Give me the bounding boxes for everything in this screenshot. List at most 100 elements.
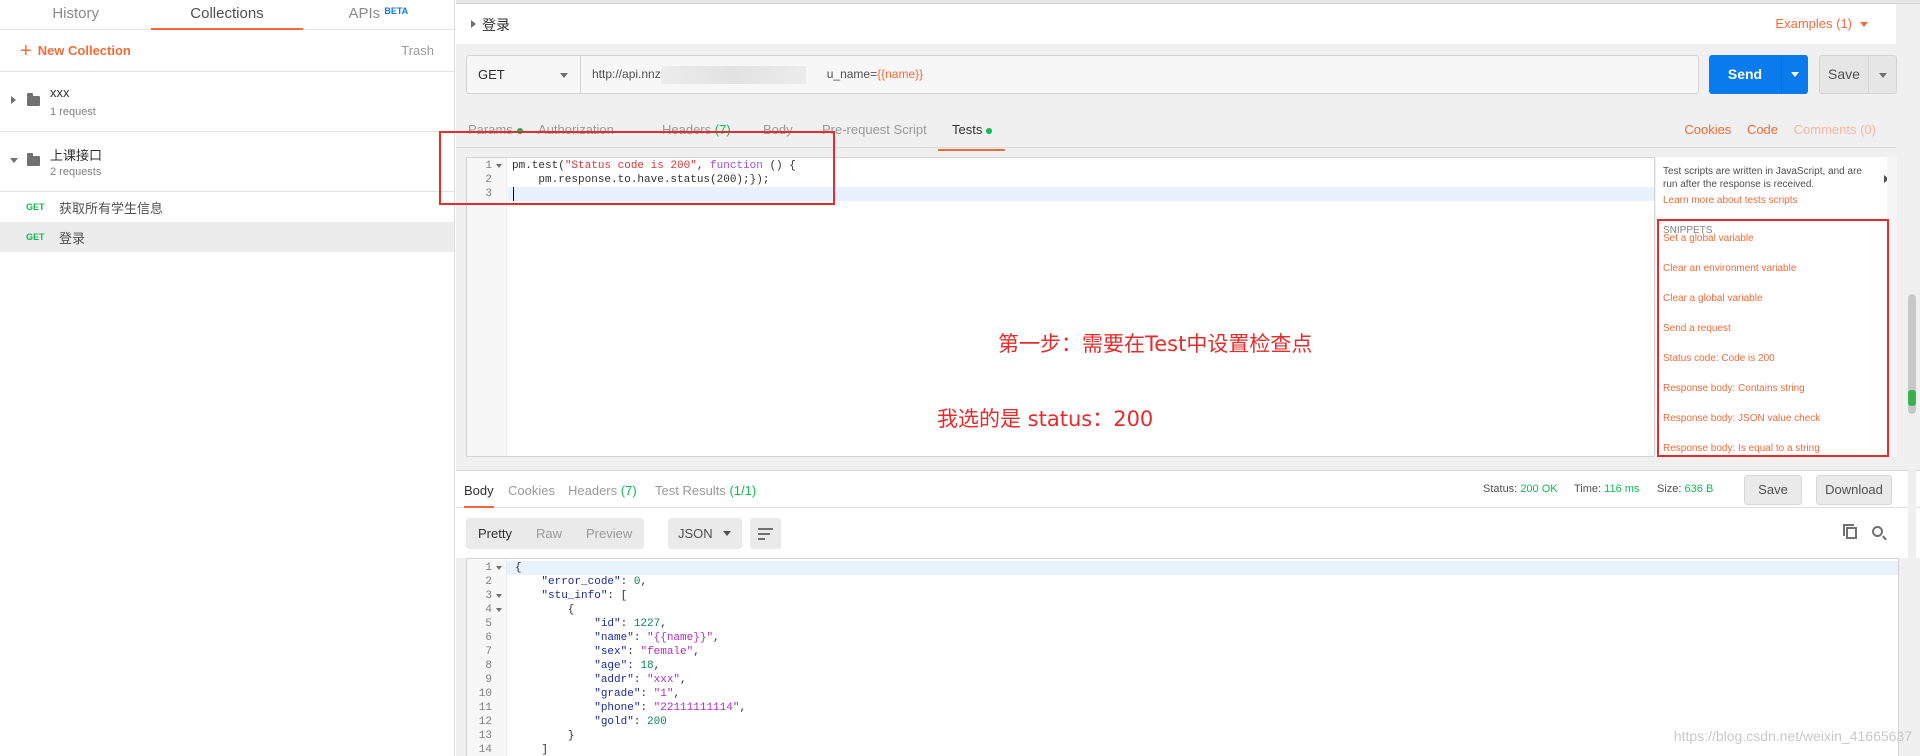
format-type-select[interactable]: JSON <box>668 518 742 549</box>
redacted-blur <box>661 66 806 84</box>
collection-item-class-api[interactable]: 上课接口 2 requests <box>0 132 454 192</box>
tab-history[interactable]: History <box>0 0 151 29</box>
tab-body-label: Body <box>763 122 793 137</box>
new-collection-label: New Collection <box>37 43 131 58</box>
request-name: 获取所有学生信息 <box>59 200 164 216</box>
collection-item-xxx[interactable]: xxx 1 request <box>0 72 454 132</box>
url-input[interactable]: http://api.nnz u_name={{name}} <box>581 55 1699 94</box>
line-number: 1 <box>467 159 507 173</box>
snippet-item[interactable]: Response body: Is equal to a string <box>1663 443 1820 455</box>
time-value: 116 ms <box>1604 483 1640 495</box>
snippet-item[interactable]: Set a global variable <box>1663 233 1754 244</box>
code-keyword: function <box>710 160 763 172</box>
request-title[interactable]: 登录 <box>482 15 510 35</box>
tab-test-results[interactable]: Test Results (1/1) <box>655 483 756 498</box>
request-item-login[interactable]: GET 登录 <box>0 222 454 252</box>
save-response-button[interactable]: Save <box>1744 475 1802 505</box>
tab-test-results-label: Test Results <box>655 483 726 498</box>
cookies-link[interactable]: Cookies <box>1684 122 1731 137</box>
wrap-lines-icon[interactable] <box>750 518 781 549</box>
tab-headers[interactable]: Headers (7) <box>662 122 731 137</box>
save-button[interactable]: Save <box>1819 55 1869 94</box>
comments-link[interactable]: Comments (0) <box>1794 122 1876 137</box>
format-pretty[interactable]: Pretty <box>466 518 524 549</box>
code-line: pm.response.to.have.status(200);}); <box>512 174 770 186</box>
line-number: 3 <box>485 188 492 200</box>
response-body-viewer[interactable]: 1 2 3 4 5 6 7 8 9 10 11 12 13 14 { "error_code": 0, "… <box>466 558 1899 756</box>
format-preview[interactable]: Preview <box>574 518 644 549</box>
sidebar: History Collections APIs BETA + New Colle… <box>0 0 455 756</box>
tab-collections[interactable]: Collections <box>151 0 303 30</box>
tab-collections-label: Collections <box>190 5 264 22</box>
save-dropdown-button[interactable] <box>1869 55 1897 94</box>
tab-tests[interactable]: Tests <box>937 122 1006 151</box>
tab-body[interactable]: Body <box>763 122 793 137</box>
snippet-item[interactable]: Response body: JSON value check <box>1663 413 1820 424</box>
code-string: "Status code is 200" <box>564 160 697 172</box>
watermark: https://blog.csdn.net/weixin_41665637 <box>1673 728 1912 744</box>
code-line: } <box>515 730 575 742</box>
examples-dropdown[interactable]: Examples (1) <box>1775 16 1868 31</box>
learn-more-link[interactable]: Learn more about tests scripts <box>1663 194 1878 207</box>
line-number: 5 <box>485 618 492 630</box>
tab-history-label: History <box>52 5 99 22</box>
copy-icon[interactable] <box>1843 524 1857 539</box>
test-results-count: (1/1) <box>729 483 757 498</box>
chevron-down-icon <box>560 73 568 78</box>
tab-authorization[interactable]: Authorization <box>538 122 614 137</box>
snippet-item[interactable]: Status code: Code is 200 <box>1663 353 1775 364</box>
send-button[interactable]: Send <box>1709 55 1781 94</box>
tab-response-headers[interactable]: Headers (7) <box>568 483 637 498</box>
tab-response-body[interactable]: Body <box>464 483 494 508</box>
line-number: 2 <box>485 576 492 588</box>
code-line: "id": 1227, <box>594 618 667 630</box>
sidebar-actions: + New Collection Trash <box>0 30 454 72</box>
snippets-scrollbar[interactable] <box>1887 157 1897 457</box>
caret-down-icon[interactable] <box>10 158 18 163</box>
new-collection-button[interactable]: + New Collection <box>20 41 131 61</box>
beta-badge: BETA <box>384 6 409 16</box>
download-button[interactable]: Download <box>1816 475 1892 505</box>
status-dot <box>516 127 523 134</box>
code-token: pm.test( <box>512 160 565 172</box>
code-token: () { <box>762 160 796 172</box>
method-badge: GET <box>26 232 45 242</box>
tab-params[interactable]: Params <box>468 122 523 137</box>
snippet-item[interactable]: Clear an environment variable <box>1663 263 1796 274</box>
tab-tests-label: Tests <box>952 122 983 137</box>
code-line: "addr": "xxx", <box>594 674 687 686</box>
wrap-line <box>758 538 765 540</box>
tab-authorization-label: Authorization <box>538 122 614 137</box>
url-suffix: u_name= <box>826 67 878 81</box>
code-link[interactable]: Code <box>1747 122 1778 137</box>
method-select-value: GET <box>478 67 505 82</box>
tab-apis[interactable]: APIs BETA <box>303 0 454 29</box>
caret-right-icon[interactable] <box>11 96 16 104</box>
main-panel: 登录 Examples (1) GET http://api.nnz u_name… <box>439 0 1920 756</box>
tab-response-cookies[interactable]: Cookies <box>508 483 555 498</box>
size-value: 636 B <box>1684 483 1714 495</box>
main-scrollbar[interactable] <box>1908 4 1916 756</box>
snippet-item[interactable]: Clear a global variable <box>1663 293 1763 304</box>
snippet-item[interactable]: Send a request <box>1663 323 1731 334</box>
search-icon[interactable] <box>1872 526 1883 537</box>
trash-button[interactable]: Trash <box>401 43 434 58</box>
format-raw[interactable]: Raw <box>524 518 574 549</box>
response-time: Time: 116 ms <box>1574 483 1639 495</box>
send-dropdown-button[interactable] <box>1781 55 1808 94</box>
code-line: "gold": 200 <box>594 716 667 728</box>
request-name: 登录 <box>59 230 86 246</box>
collection-count: 1 request <box>50 106 96 118</box>
method-select[interactable]: GET <box>466 55 581 94</box>
chevron-down-icon <box>1860 22 1868 28</box>
time-label: Time: <box>1574 483 1602 495</box>
code-line: { <box>515 604 575 616</box>
code-line: "sex": "female", <box>594 646 700 658</box>
active-line <box>508 187 1654 201</box>
snippet-item[interactable]: Response body: Contains string <box>1663 383 1805 394</box>
caret-right-icon[interactable] <box>471 20 476 28</box>
tab-pre-request-script[interactable]: Pre-request Script <box>822 122 927 137</box>
tests-editor[interactable]: 1 2 3 pm.test("Status code is 200", func… <box>466 157 1655 457</box>
request-item-get-students[interactable]: GET 获取所有学生信息 <box>0 192 454 222</box>
line-number: 2 <box>485 174 492 186</box>
